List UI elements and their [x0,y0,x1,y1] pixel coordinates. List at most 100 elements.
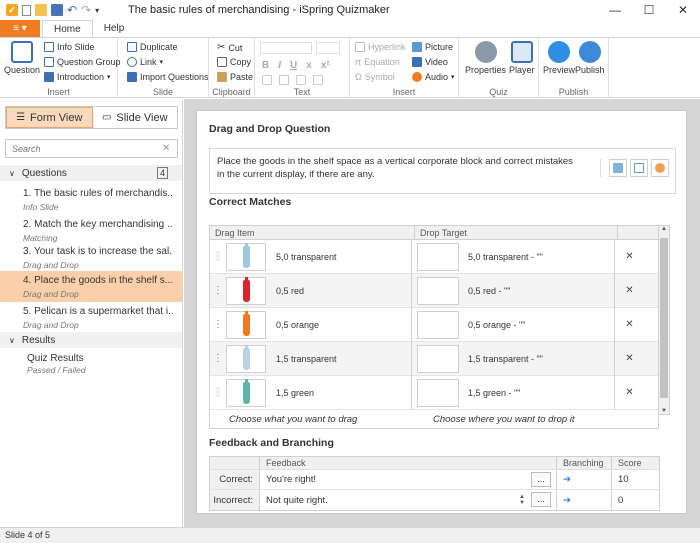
matches-scrollbar[interactable]: ▲ ▼ [659,225,670,415]
tab-home[interactable]: Home [42,20,93,37]
drop-target-image[interactable] [417,310,459,339]
drop-target-label[interactable]: 0,5 orange - "" [459,320,525,330]
link-button[interactable]: Link ▾ [127,57,163,67]
drag-item-label[interactable]: 1,5 transparent [266,354,411,364]
copy-button[interactable]: Copy [217,57,251,67]
drop-target-image[interactable] [417,344,459,373]
redo-icon[interactable]: ↷ [81,3,91,17]
new-file-icon[interactable] [22,4,31,16]
maximize-button[interactable]: ☐ [632,0,666,20]
edit-feedback-button[interactable]: ... [531,492,551,507]
subscript-icon[interactable]: x [306,60,312,71]
feedback-text-field[interactable]: You're right! ... [260,470,557,489]
add-video-button[interactable] [630,159,648,177]
symbol-button[interactable]: Ω Symbol [355,72,395,82]
question-button[interactable]: Question [4,41,40,75]
add-drag-item-prompt[interactable]: Choose what you want to drag [210,414,415,425]
duplicate-button[interactable]: Duplicate [127,42,178,52]
add-picture-button[interactable] [609,159,627,177]
score-field[interactable]: 10 [612,470,659,489]
customize-qat-icon[interactable]: ▾ [95,6,99,15]
audio-button[interactable]: Audio ▾ [412,72,455,82]
tab-help[interactable]: Help [93,20,136,37]
delete-row-button[interactable]: ✕ [614,341,644,376]
question-group-button[interactable]: Question Group [44,57,121,67]
italic-icon[interactable]: I [278,60,281,71]
form-view-button[interactable]: ☰ Form View [6,107,93,128]
delete-row-button[interactable]: ✕ [614,375,644,410]
clear-search-icon[interactable]: ✕ [162,143,170,154]
drop-target-label[interactable]: 5,0 transparent - "" [459,252,543,262]
undo-icon[interactable]: ↶ [67,3,77,17]
introduction-button[interactable]: Introduction ▾ [44,72,111,82]
font-size-select[interactable] [316,42,340,54]
align-left-icon[interactable] [262,75,272,85]
drag-item-label[interactable]: 5,0 transparent [266,252,411,262]
drag-item-image[interactable] [226,276,266,305]
numbered-list-icon[interactable] [313,75,323,85]
scroll-up-icon[interactable]: ▲ [659,226,669,232]
question-item[interactable]: 1. The basic rules of merchandis... Info… [0,184,182,215]
import-questions-button[interactable]: Import Questions [127,72,209,82]
drop-target-image[interactable] [417,276,459,305]
drag-item-image[interactable] [226,242,266,271]
drag-item-image[interactable] [226,378,266,407]
file-menu-button[interactable]: ≡ ▾ [0,20,40,37]
drag-item-label[interactable]: 0,5 orange [266,320,411,330]
edit-feedback-button[interactable]: ... [531,472,551,487]
hyperlink-button[interactable]: Hyperlink [355,42,406,52]
drop-target-label[interactable]: 0,5 red - "" [459,286,510,296]
properties-button[interactable]: Properties [465,41,506,75]
drag-handle-icon[interactable]: ⋮ [210,251,226,262]
paste-button[interactable]: Paste [217,72,253,82]
font-family-select[interactable] [260,42,312,54]
equation-button[interactable]: π Equation [355,57,400,67]
results-item[interactable]: Quiz Results Passed / Failed [0,349,182,380]
cut-button[interactable]: ✂ Cut [217,42,242,53]
drag-item-image[interactable] [226,310,266,339]
delete-row-button[interactable]: ✕ [614,239,644,274]
branching-arrow-icon[interactable]: ➔ [557,470,612,489]
bold-icon[interactable]: B [262,60,269,71]
add-drop-target-prompt[interactable]: Choose where you want to drop it [415,414,618,425]
superscript-icon[interactable]: x² [321,60,330,71]
drag-item-image[interactable] [226,344,266,373]
close-button[interactable]: ✕ [666,0,700,20]
bullet-list-icon[interactable] [296,75,306,85]
branching-arrow-icon[interactable]: ➔ [557,490,612,510]
drag-handle-icon[interactable]: ⋮ [210,387,226,398]
drop-target-label[interactable]: 1,5 green - "" [459,388,520,398]
slide-view-button[interactable]: ▭ Slide View [93,107,178,128]
preview-button[interactable]: Preview [543,41,575,75]
scrollbar-thumb[interactable] [660,238,668,398]
delete-row-button[interactable]: ✕ [614,273,644,308]
spinner-icon[interactable]: ▲ ▼ [519,494,525,506]
question-item-selected[interactable]: 4. Place the goods in the shelf s... Dra… [0,271,182,302]
delete-row-button[interactable]: ✕ [614,307,644,342]
drop-target-image[interactable] [417,242,459,271]
drop-target-label[interactable]: 1,5 transparent - "" [459,354,543,364]
drag-handle-icon[interactable]: ⋮ [210,353,226,364]
info-slide-button[interactable]: Info Slide [44,42,95,52]
drag-item-label[interactable]: 1,5 green [266,388,411,398]
score-field[interactable]: 0 [612,490,659,510]
drag-handle-icon[interactable]: ⋮ [210,285,226,296]
align-center-icon[interactable] [279,75,289,85]
video-button[interactable]: Video [412,57,448,67]
drag-handle-icon[interactable]: ⋮ [210,319,226,330]
question-item[interactable]: 3. Your task is to increase the sal... D… [0,242,182,273]
picture-button[interactable]: Picture [412,42,453,52]
save-icon[interactable] [51,4,63,16]
publish-button[interactable]: Publish [575,41,605,75]
results-section-header[interactable]: ∨ Results [0,332,182,348]
player-button[interactable]: Player [509,41,535,75]
question-text-field[interactable]: Place the goods in the shelf space as a … [209,148,676,194]
open-folder-icon[interactable] [35,4,47,16]
scroll-down-icon[interactable]: ▼ [659,408,669,414]
drop-target-image[interactable] [417,378,459,407]
search-input[interactable] [12,143,162,154]
minimize-button[interactable]: — [598,0,632,20]
drag-item-label[interactable]: 0,5 red [266,286,411,296]
questions-section-header[interactable]: ∨ Questions 4 [0,165,182,181]
underline-icon[interactable]: U [290,60,297,71]
